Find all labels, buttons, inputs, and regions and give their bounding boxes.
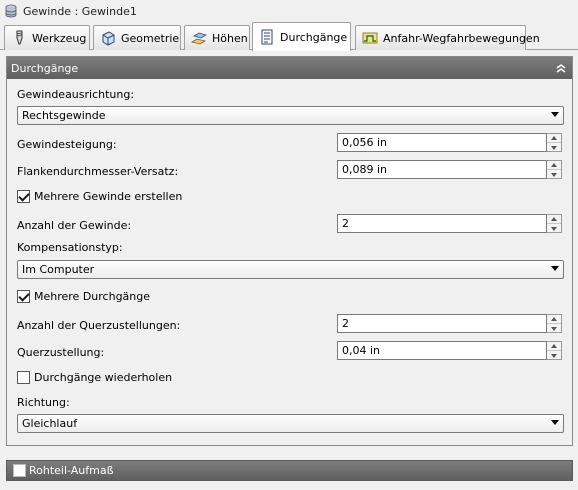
compensation-value: Im Computer — [22, 263, 95, 276]
thread-count-spinner[interactable] — [547, 214, 562, 233]
linking-icon — [362, 30, 378, 46]
thread-direction-select[interactable]: Rechtsgewinde — [17, 106, 564, 125]
checkbox-checked-icon[interactable] — [17, 190, 30, 203]
checkbox-unchecked-icon[interactable] — [17, 371, 30, 384]
spin-up-icon[interactable] — [547, 315, 561, 324]
stock-allowance-section-header[interactable]: Rohteil-Aufmaß — [6, 460, 573, 481]
thread-pitch-spinner[interactable] — [547, 133, 562, 152]
direction-value: Gleichlauf — [22, 417, 78, 430]
database-icon — [5, 4, 17, 18]
window-title: Gewinde : Gewinde1 — [23, 4, 137, 18]
direction-label: Richtung: — [17, 396, 70, 409]
tab-durchgaenge[interactable]: Durchgänge — [252, 22, 351, 51]
pitch-diameter-offset-input[interactable]: 0,089 in — [337, 160, 547, 179]
panel-header: Durchgänge — [7, 57, 572, 79]
stock-allowance-label: Rohteil-Aufmaß — [29, 464, 114, 477]
multiple-threads-checkbox[interactable]: Mehrere Gewinde erstellen — [17, 190, 182, 203]
tab-strip: Werkzeug Geometrie Höhen Durchgänge Anfa… — [0, 22, 578, 51]
thread-count-label: Anzahl der Gewinde: — [17, 219, 132, 232]
tab-label: Höhen — [212, 31, 248, 45]
stepover-spinner[interactable] — [547, 341, 562, 360]
multiple-passes-checkbox[interactable]: Mehrere Durchgänge — [17, 290, 150, 303]
stepover-count-spinner[interactable] — [547, 314, 562, 333]
pitch-diameter-offset-label: Flankendurchmesser-Versatz: — [17, 165, 179, 178]
thread-pitch-value: 0,056 in — [342, 136, 388, 149]
stepover-count-label: Anzahl der Querzustellungen: — [17, 319, 181, 332]
repeat-passes-label: Durchgänge wiederholen — [34, 371, 173, 384]
passes-icon — [259, 29, 275, 45]
tab-label: Werkzeug — [32, 31, 87, 45]
pitch-diameter-offset-spinner[interactable] — [547, 160, 562, 179]
chevron-down-icon — [551, 266, 559, 271]
spin-down-icon[interactable] — [547, 143, 561, 152]
tool-icon — [11, 30, 27, 46]
spin-down-icon[interactable] — [547, 224, 561, 233]
thread-pitch-input[interactable]: 0,056 in — [337, 133, 547, 152]
repeat-passes-checkbox[interactable]: Durchgänge wiederholen — [17, 371, 172, 384]
heights-icon — [191, 30, 207, 46]
tab-werkzeug[interactable]: Werkzeug — [4, 25, 90, 50]
chevron-down-icon — [551, 112, 559, 117]
thread-count-value: 2 — [342, 217, 349, 230]
stepover-input[interactable]: 0,04 in — [337, 341, 547, 360]
tab-label: Anfahr-Wegfahrbewegungen — [383, 31, 540, 45]
stepover-count-value: 2 — [342, 317, 349, 330]
stepover-value: 0,04 in — [342, 344, 381, 357]
chevron-down-icon — [551, 420, 559, 425]
tab-label: Durchgänge — [280, 30, 348, 44]
compensation-label: Kompensationstyp: — [17, 241, 123, 254]
stepover-label: Querzustellung: — [17, 346, 105, 359]
spin-up-icon[interactable] — [547, 161, 561, 170]
checkbox-checked-icon[interactable] — [17, 290, 30, 303]
panel-title: Durchgänge — [11, 61, 79, 75]
thread-pitch-label: Gewindesteigung: — [17, 138, 117, 151]
spin-up-icon[interactable] — [547, 342, 561, 351]
cube-icon — [100, 30, 116, 46]
spin-up-icon[interactable] — [547, 134, 561, 143]
multiple-passes-label: Mehrere Durchgänge — [34, 290, 151, 303]
thread-count-input[interactable]: 2 — [337, 214, 547, 233]
spin-down-icon[interactable] — [547, 351, 561, 360]
tab-anfahr-wegfahrbewegungen[interactable]: Anfahr-Wegfahrbewegungen — [355, 25, 540, 50]
stepover-count-input[interactable]: 2 — [337, 314, 547, 333]
spin-up-icon[interactable] — [547, 215, 561, 224]
spin-down-icon[interactable] — [547, 170, 561, 179]
tab-label: Geometrie — [121, 31, 180, 45]
multiple-threads-label: Mehrere Gewinde erstellen — [34, 190, 183, 203]
passes-panel: Durchgänge Gewindeausrichtung: Rechtsgew… — [6, 56, 573, 446]
tab-hoehen[interactable]: Höhen — [184, 25, 250, 50]
tab-geometrie[interactable]: Geometrie — [93, 25, 181, 50]
window-titlebar: Gewinde : Gewinde1 — [0, 0, 578, 22]
collapse-icon[interactable] — [552, 59, 570, 77]
thread-direction-value: Rechtsgewinde — [22, 109, 106, 122]
pitch-diameter-offset-value: 0,089 in — [342, 163, 388, 176]
thread-direction-label: Gewindeausrichtung: — [17, 88, 135, 101]
direction-select[interactable]: Gleichlauf — [17, 414, 564, 433]
spin-down-icon[interactable] — [547, 324, 561, 333]
stock-allowance-checkbox[interactable] — [13, 464, 26, 477]
compensation-select[interactable]: Im Computer — [17, 260, 564, 279]
